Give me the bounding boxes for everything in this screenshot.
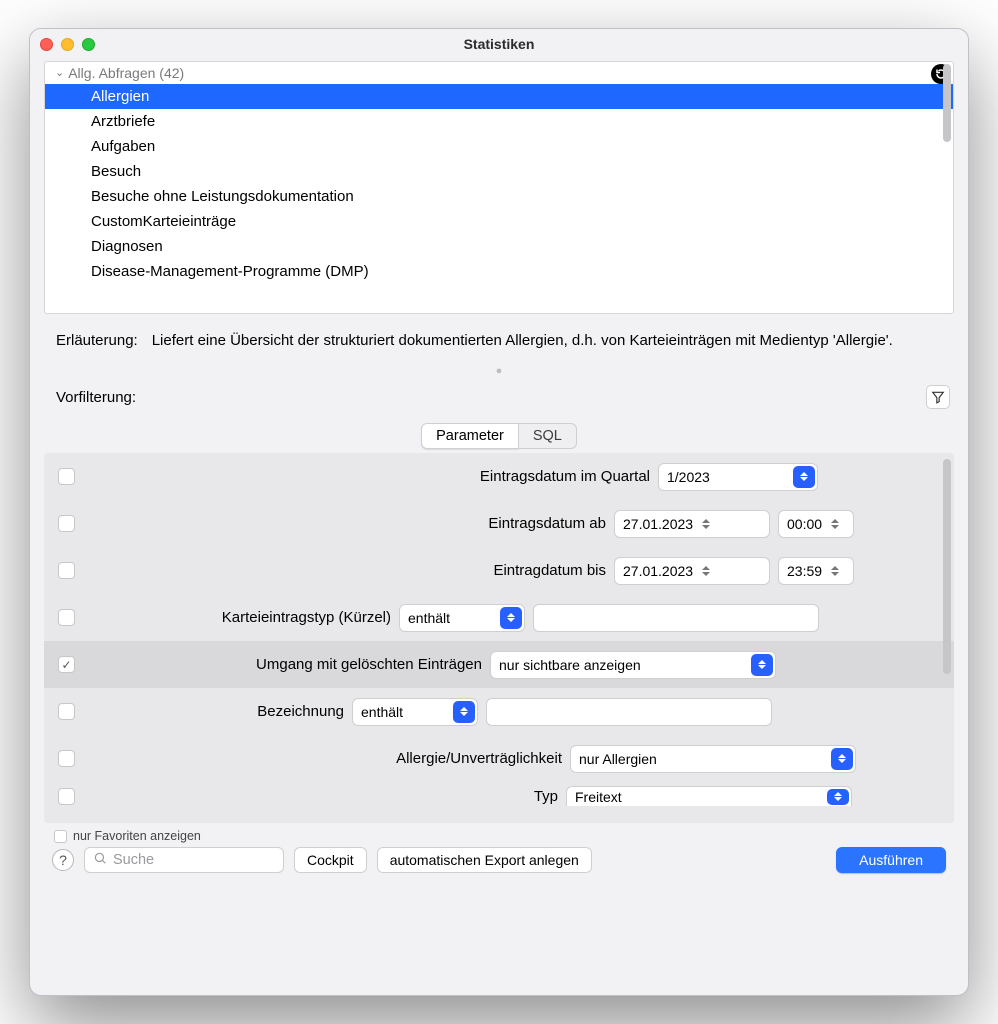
- window: Statistiken ⌄ Allg. Abfragen (42) Allerg…: [29, 28, 969, 996]
- tree-item[interactable]: Besuche ohne Leistungsdokumentation: [45, 184, 953, 209]
- tree-item[interactable]: Diagnosen: [45, 234, 953, 259]
- content: ⌄ Allg. Abfragen (42) Allergien Arztbrie…: [30, 59, 968, 995]
- param-label: Bezeichnung: [88, 703, 344, 720]
- typ-select[interactable]: Freitext: [566, 786, 852, 806]
- param-checkbox[interactable]: [58, 562, 75, 579]
- tree-group-label: Allg. Abfragen (42): [68, 65, 184, 81]
- tree-item[interactable]: Besuch: [45, 159, 953, 184]
- param-label: Umgang mit gelöschten Einträgen: [88, 656, 482, 673]
- favorites-checkbox[interactable]: [54, 830, 67, 843]
- chevron-down-icon: ⌄: [55, 66, 64, 79]
- search-placeholder: Suche: [113, 852, 154, 868]
- window-title: Statistiken: [30, 36, 968, 52]
- prefilter-row: Vorfilterung:: [40, 383, 958, 423]
- tree-item[interactable]: Arztbriefe: [45, 109, 953, 134]
- prefilter-label: Vorfilterung:: [56, 389, 136, 406]
- search-icon: [93, 851, 107, 869]
- search-input[interactable]: Suche: [84, 847, 284, 873]
- help-button[interactable]: ?: [52, 849, 74, 871]
- cockpit-button[interactable]: Cockpit: [294, 847, 367, 873]
- operator-select[interactable]: enthält: [352, 698, 478, 726]
- explanation-label: Erläuterung:: [56, 332, 138, 349]
- param-tabs: Parameter SQL: [40, 423, 958, 449]
- param-label: Allergie/Unverträglichkeit: [88, 750, 562, 767]
- tab-sql[interactable]: SQL: [519, 423, 577, 449]
- parameter-panel: Eintragsdatum im Quartal 1/2023 Eintrags…: [44, 453, 954, 823]
- param-label: Typ: [88, 788, 558, 805]
- dropdown-icon: [827, 789, 849, 805]
- param-label: Karteieintragstyp (Kürzel): [88, 609, 391, 626]
- date-from-input[interactable]: 27.01.2023: [614, 510, 770, 538]
- param-row-entrytype: Karteieintragstyp (Kürzel) enthält: [44, 594, 954, 641]
- param-row-date-from: Eintragsdatum ab 27.01.2023 00:00: [44, 500, 954, 547]
- param-checkbox[interactable]: [58, 656, 75, 673]
- tab-parameter[interactable]: Parameter: [421, 423, 519, 449]
- param-label: Eintragsdatum im Quartal: [88, 468, 650, 485]
- explanation-text: Liefert eine Übersicht der strukturiert …: [152, 332, 893, 349]
- titlebar: Statistiken: [30, 29, 968, 59]
- param-checkbox[interactable]: [58, 703, 75, 720]
- param-checkbox[interactable]: [58, 609, 75, 626]
- explanation-row: Erläuterung: Liefert eine Übersicht der …: [40, 314, 958, 363]
- params-scrollbar[interactable]: [943, 459, 951, 674]
- dropdown-icon: [453, 701, 475, 723]
- action-row: ? Suche Cockpit automatischen Export anl…: [52, 847, 946, 873]
- param-row-deleted: Umgang mit gelöschten Einträgen nur sich…: [44, 641, 954, 688]
- param-row-quartal: Eintragsdatum im Quartal 1/2023: [44, 453, 954, 500]
- divider-dot: ●: [40, 365, 958, 377]
- operator-select[interactable]: enthält: [399, 604, 525, 632]
- select-value: 1/2023: [667, 469, 710, 485]
- tree-item[interactable]: Disease-Management-Programme (DMP): [45, 259, 953, 284]
- time-to-input[interactable]: 23:59: [778, 557, 854, 585]
- tree-item[interactable]: CustomKarteieinträge: [45, 209, 953, 234]
- run-button[interactable]: Ausführen: [836, 847, 946, 873]
- dropdown-icon: [793, 466, 815, 488]
- dropdown-icon: [831, 748, 853, 770]
- tree-item[interactable]: Allergien: [45, 84, 953, 109]
- favorites-row: nur Favoriten anzeigen: [54, 829, 946, 843]
- param-checkbox[interactable]: [58, 788, 75, 805]
- quartal-select[interactable]: 1/2023: [658, 463, 818, 491]
- allergie-select[interactable]: nur Allergien: [570, 745, 856, 773]
- entrytype-input[interactable]: [533, 604, 819, 632]
- param-row-date-to: Eintragdatum bis 27.01.2023 23:59: [44, 547, 954, 594]
- auto-export-button[interactable]: automatischen Export anlegen: [377, 847, 592, 873]
- tree-scrollbar[interactable]: [943, 64, 951, 142]
- param-row-bezeichnung: Bezeichnung enthält: [44, 688, 954, 735]
- query-tree[interactable]: ⌄ Allg. Abfragen (42) Allergien Arztbrie…: [44, 61, 954, 314]
- param-checkbox[interactable]: [58, 515, 75, 532]
- dropdown-icon: [751, 654, 773, 676]
- param-row-typ: Typ Freitext: [44, 782, 954, 810]
- bezeichnung-input[interactable]: [486, 698, 772, 726]
- param-row-allergie: Allergie/Unverträglichkeit nur Allergien: [44, 735, 954, 782]
- tree-group-header[interactable]: ⌄ Allg. Abfragen (42): [45, 62, 953, 84]
- param-label: Eintragdatum bis: [88, 562, 606, 579]
- bottom-bar: nur Favoriten anzeigen ? Suche Cockpit a…: [40, 823, 958, 883]
- tree-item[interactable]: Aufgaben: [45, 134, 953, 159]
- deleted-select[interactable]: nur sichtbare anzeigen: [490, 651, 776, 679]
- param-label: Eintragsdatum ab: [88, 515, 606, 532]
- time-from-input[interactable]: 00:00: [778, 510, 854, 538]
- dropdown-icon: [500, 607, 522, 629]
- param-checkbox[interactable]: [58, 750, 75, 767]
- param-checkbox[interactable]: [58, 468, 75, 485]
- date-to-input[interactable]: 27.01.2023: [614, 557, 770, 585]
- filter-icon[interactable]: [926, 385, 950, 409]
- favorites-label: nur Favoriten anzeigen: [73, 829, 201, 843]
